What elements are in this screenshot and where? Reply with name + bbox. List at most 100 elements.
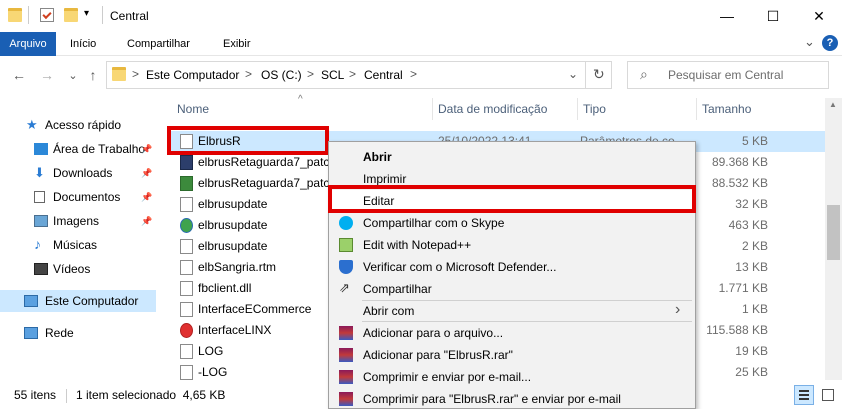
menu-item-abrir-com[interactable]: Abrir com › [329, 300, 695, 322]
menu-item-adicionar-arquivo[interactable]: Adicionar para o arquivo... [329, 322, 695, 344]
desktop-icon [34, 143, 48, 155]
help-icon[interactable]: ? [822, 35, 838, 51]
up-button[interactable]: ↑ [82, 64, 104, 86]
menu-item-label: Imprimir [363, 172, 407, 186]
file-name: fbclient.dll [198, 281, 252, 295]
divider [66, 389, 67, 403]
column-header-name[interactable]: Nome [177, 102, 209, 116]
sidebar-item-label: Imagens [53, 214, 100, 228]
file-size: 13 KB [735, 260, 768, 274]
download-icon: ⬇ [34, 165, 45, 180]
folder-icon [112, 67, 126, 81]
text-file-icon [180, 344, 193, 359]
sidebar-item-rede[interactable]: Rede [24, 322, 156, 344]
file-size: 115.588 KB [706, 323, 768, 337]
menu-item-abrir[interactable]: Abrir [329, 146, 695, 168]
sidebar-item-imagens[interactable]: Imagens 📌 [34, 210, 156, 232]
sidebar-item-downloads[interactable]: ⬇ Downloads 📌 [34, 162, 156, 184]
menu-item-comprimir-rar-email[interactable]: Comprimir para "ElbrusR.rar" e enviar po… [329, 388, 695, 409]
recent-locations-button[interactable]: ⌄ [62, 64, 84, 86]
search-icon: ⌕ [640, 66, 648, 82]
menu-item-adicionar-rar[interactable]: Adicionar para "ElbrusR.rar" [329, 344, 695, 366]
pin-icon[interactable]: 📌 [141, 138, 152, 160]
sidebar-item-acesso-rapido[interactable]: ★ Acesso rápido [26, 114, 156, 136]
refresh-icon[interactable]: ↻ [593, 66, 605, 83]
config-file-icon [180, 302, 193, 317]
column-divider[interactable] [696, 98, 697, 120]
dll-icon [180, 281, 193, 296]
pin-icon[interactable]: 📌 [141, 186, 152, 208]
menu-item-notepad-plus[interactable]: Edit with Notepad++ [329, 234, 695, 256]
music-icon: ♪ [34, 236, 41, 252]
sidebar-item-videos[interactable]: Vídeos [34, 258, 156, 280]
documents-icon [34, 191, 45, 203]
menu-item-defender[interactable]: Verificar com o Microsoft Defender... [329, 256, 695, 278]
sidebar-item-documentos[interactable]: Documentos 📌 [34, 186, 156, 208]
menu-item-compartilhar[interactable]: ⇗ Compartilhar [329, 278, 695, 300]
sidebar-item-musicas[interactable]: ♪ Músicas [34, 234, 156, 256]
column-header-size[interactable]: Tamanho [702, 102, 751, 116]
table-row[interactable] [170, 118, 825, 126]
breadcrumb-central[interactable]: Central [364, 68, 403, 82]
details-view-icon[interactable] [794, 385, 814, 405]
maximize-button[interactable]: ☐ [750, 0, 796, 32]
pin-icon[interactable]: 📌 [141, 210, 152, 232]
sidebar-item-label: Área de Trabalho [53, 142, 146, 156]
column-divider[interactable] [432, 98, 433, 120]
sidebar-item-label: Este Computador [45, 294, 139, 308]
breadcrumb-os-c[interactable]: OS (C:) [261, 68, 302, 82]
close-button[interactable]: ✕ [796, 0, 842, 32]
sidebar-item-label: Documentos [53, 190, 121, 204]
tab-inicio[interactable]: Início [62, 32, 104, 56]
menu-item-label: Compartilhar [363, 282, 432, 296]
divider [28, 6, 29, 24]
new-folder-icon[interactable] [64, 8, 78, 22]
file-size: 1 KB [741, 302, 768, 316]
menu-item-label: Adicionar para "ElbrusR.rar" [363, 348, 513, 362]
file-size: 2 KB [741, 239, 768, 253]
tab-compartilhar[interactable]: Compartilhar [119, 32, 198, 56]
app-icon [180, 176, 193, 191]
folder-icon [8, 8, 22, 22]
column-header-type[interactable]: Tipo [583, 102, 606, 116]
scroll-up-icon[interactable]: ▲ [829, 100, 837, 109]
file-size: 25 KB [735, 365, 768, 379]
file-size: 19 KB [735, 344, 768, 358]
pin-icon[interactable]: 📌 [141, 162, 152, 184]
sidebar-item-este-computador[interactable]: Este Computador [0, 290, 156, 312]
forward-button[interactable]: → [36, 64, 58, 86]
computer-icon [24, 295, 38, 307]
file-size: 88.532 KB [711, 176, 768, 190]
properties-icon[interactable] [40, 8, 54, 22]
column-divider[interactable] [577, 98, 578, 120]
breadcrumb-separator: > [349, 67, 357, 81]
address-dropdown-icon[interactable]: ⌄ [568, 67, 578, 81]
minimize-button[interactable]: — [704, 0, 750, 32]
file-name: elbrusupdate [198, 218, 268, 232]
menu-item-label: Abrir [363, 150, 392, 164]
back-button[interactable]: ← [8, 64, 30, 86]
search-input[interactable]: Pesquisar em Central [668, 68, 783, 82]
menu-item-label: Edit with Notepad++ [363, 238, 472, 252]
scrollbar-thumb[interactable] [827, 205, 840, 260]
file-icon [180, 197, 193, 212]
sidebar-item-label: Acesso rápido [45, 118, 122, 132]
tab-arquivo[interactable]: Arquivo [0, 32, 56, 56]
sidebar-item-area-de-trabalho[interactable]: Área de Trabalho 📌 [34, 138, 156, 160]
breadcrumb-separator: > [307, 67, 315, 81]
menu-item-skype[interactable]: Compartilhar com o Skype [329, 212, 695, 234]
ribbon-expand-icon[interactable]: ⌄ [804, 34, 815, 50]
file-name: elbrusRetaguarda7_patch [198, 176, 337, 190]
divider [102, 6, 103, 24]
globe-app-icon [180, 218, 193, 233]
column-header-date[interactable]: Data de modificação [438, 102, 547, 116]
large-icons-view-icon[interactable] [818, 385, 838, 405]
network-icon [24, 327, 38, 339]
sidebar-item-label: Músicas [53, 238, 98, 252]
share-icon: ⇗ [339, 280, 350, 295]
menu-item-comprimir-email[interactable]: Comprimir e enviar por e-mail... [329, 366, 695, 388]
breadcrumb-este-computador[interactable]: Este Computador [146, 68, 239, 82]
customize-toolbar-icon[interactable]: ▾ [84, 8, 89, 19]
tab-exibir[interactable]: Exibir [215, 32, 259, 56]
breadcrumb-scl[interactable]: SCL [321, 68, 344, 82]
